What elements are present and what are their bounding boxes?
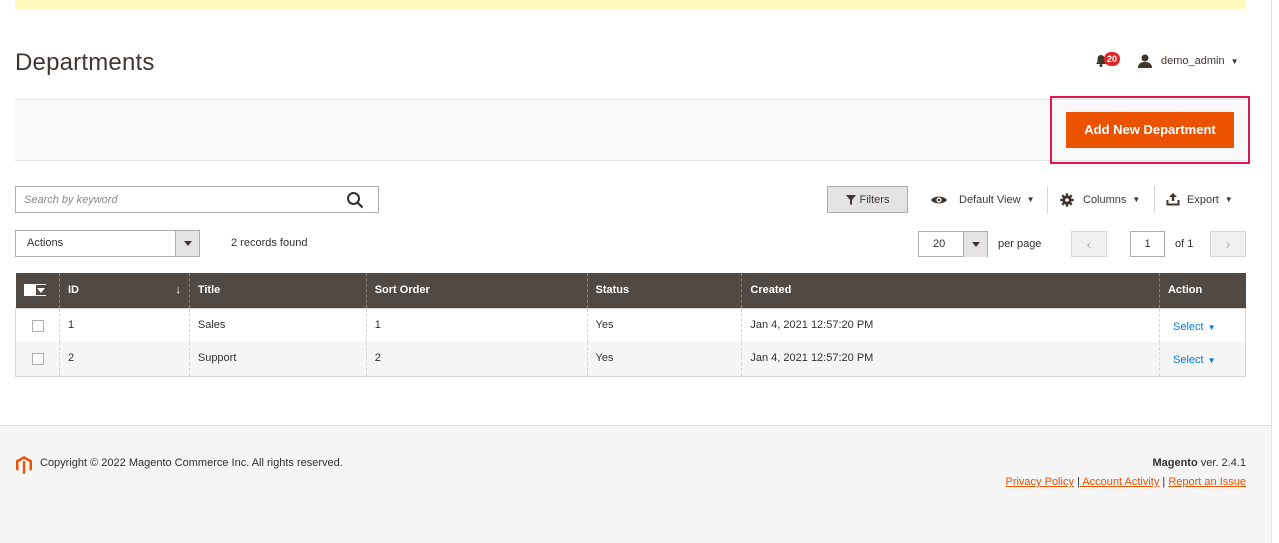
account-activity-link[interactable]: Account Activity	[1080, 476, 1159, 488]
column-header-action: Action	[1158, 273, 1246, 308]
cell-sort-order: 1	[365, 308, 588, 342]
export-dropdown[interactable]: Export ▼	[1166, 186, 1233, 213]
previous-page-button[interactable]: ‹	[1071, 231, 1107, 257]
export-icon	[1166, 193, 1180, 206]
filters-label: Filters	[859, 193, 890, 206]
select-all-header[interactable]	[15, 273, 60, 308]
keyword-search	[15, 186, 379, 213]
copyright-text: Copyright © 2022 Magento Commerce Inc. A…	[40, 457, 343, 469]
default-view-dropdown[interactable]: Default View ▼	[930, 186, 1034, 213]
add-new-department-button[interactable]: Add New Department	[1066, 112, 1234, 148]
per-page-label: per page	[998, 238, 1042, 250]
row-select-cell	[15, 308, 60, 342]
total-pages: of 1	[1175, 238, 1194, 250]
chevron-down-icon: ▼	[1230, 56, 1239, 66]
search-icon[interactable]	[346, 191, 364, 209]
page-title: Departments	[15, 49, 155, 76]
page-footer: Copyright © 2022 Magento Commerce Inc. A…	[0, 425, 1271, 543]
chevron-right-icon: ›	[1225, 236, 1231, 252]
report-issue-link[interactable]: Report an Issue	[1168, 476, 1246, 488]
version-info: Magento ver. 2.4.1	[1152, 457, 1246, 469]
next-page-button[interactable]: ›	[1210, 231, 1246, 257]
chevron-left-icon: ‹	[1086, 236, 1092, 252]
row-checkbox[interactable]	[32, 319, 44, 332]
toolbar-divider	[1154, 186, 1155, 213]
cell-status: Yes	[586, 308, 742, 342]
column-header-status[interactable]: Status	[586, 273, 742, 308]
chevron-down-icon	[963, 232, 987, 257]
columns-label: Columns	[1083, 193, 1127, 206]
row-action-select[interactable]: Select ▼	[1173, 354, 1216, 366]
filters-button[interactable]: Filters	[827, 186, 908, 213]
table-row: 2 Support 2 Yes Jan 4, 2021 12:57:20 PM …	[15, 342, 1246, 377]
eye-icon	[931, 196, 947, 203]
mass-actions-label: Actions	[27, 237, 64, 249]
notifications-count-badge: 20	[1104, 52, 1120, 66]
per-page-select[interactable]: 20	[918, 231, 988, 257]
column-header-created[interactable]: Created	[741, 273, 1160, 308]
chevron-down-icon: ▼	[1132, 195, 1141, 204]
column-header-title[interactable]: Title	[188, 273, 367, 308]
row-checkbox[interactable]	[32, 353, 44, 365]
system-message-bar	[15, 0, 1246, 9]
cell-sort-order: 2	[365, 342, 588, 377]
version-number: ver. 2.4.1	[1197, 457, 1246, 469]
columns-dropdown[interactable]: Columns ▼	[1060, 186, 1140, 213]
cell-title: Support	[188, 342, 367, 377]
cell-title: Sales	[188, 308, 367, 342]
column-header-sort-order[interactable]: Sort Order	[365, 273, 588, 308]
column-header-id[interactable]: ID ↓	[58, 273, 190, 308]
row-select-cell	[15, 342, 60, 377]
select-all-checkbox[interactable]	[23, 284, 46, 297]
cell-action: Select ▼	[1158, 308, 1246, 342]
brand-name: Magento	[1152, 457, 1198, 469]
cell-status: Yes	[586, 342, 742, 377]
grid-header-row: ID ↓ Title Sort Order Status Created Act…	[15, 273, 1246, 308]
cell-id: 2	[58, 342, 190, 377]
chevron-down-icon: ▼	[1224, 195, 1233, 204]
user-name: demo_admin	[1161, 55, 1225, 67]
default-view-label: Default View	[959, 193, 1021, 206]
table-row: 1 Sales 1 Yes Jan 4, 2021 12:57:20 PM Se…	[15, 308, 1246, 342]
cell-id: 1	[58, 308, 190, 342]
current-page-input[interactable]: 1	[1130, 231, 1165, 257]
search-input[interactable]	[16, 187, 336, 212]
footer-links: Privacy Policy | Account Activity | Repo…	[1005, 476, 1246, 488]
chevron-down-icon	[35, 285, 46, 296]
per-page-value: 20	[933, 238, 946, 250]
cell-created: Jan 4, 2021 12:57:20 PM	[741, 308, 1160, 342]
cell-created: Jan 4, 2021 12:57:20 PM	[741, 342, 1160, 377]
sort-descending-icon: ↓	[175, 284, 181, 297]
mass-actions-select[interactable]: Actions	[15, 230, 200, 257]
privacy-policy-link[interactable]: Privacy Policy	[1005, 476, 1073, 488]
filter-icon	[845, 194, 856, 205]
export-label: Export	[1187, 193, 1219, 206]
chevron-down-icon	[175, 231, 199, 256]
departments-grid: ID ↓ Title Sort Order Status Created Act…	[15, 273, 1246, 377]
user-account-menu[interactable]: demo_admin ▼	[1137, 52, 1239, 70]
chevron-down-icon: ▼	[1207, 322, 1216, 332]
notifications-button[interactable]: 20	[1094, 52, 1122, 72]
gear-icon	[1060, 192, 1074, 207]
magento-logo-icon	[16, 456, 32, 474]
user-icon	[1138, 54, 1152, 68]
row-action-select[interactable]: Select ▼	[1173, 321, 1216, 333]
records-found: 2 records found	[231, 237, 308, 249]
chevron-down-icon: ▼	[1026, 195, 1035, 204]
toolbar-divider	[1047, 186, 1048, 213]
page-edge-divider	[1271, 0, 1272, 543]
chevron-down-icon: ▼	[1207, 356, 1216, 365]
cell-action: Select ▼	[1158, 342, 1246, 377]
